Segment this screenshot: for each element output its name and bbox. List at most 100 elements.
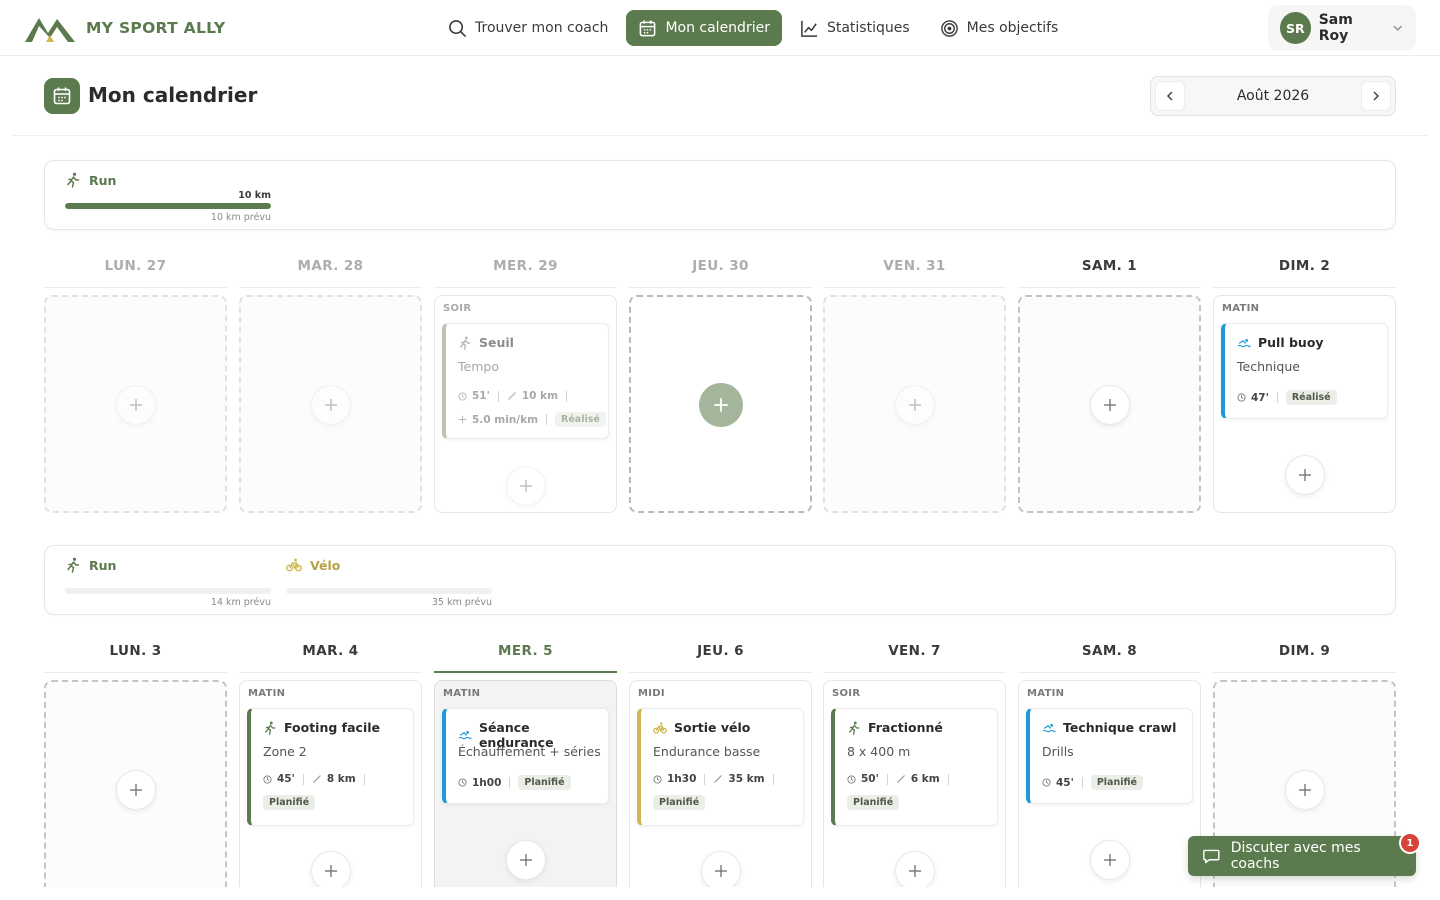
notification-badge: 1: [1399, 832, 1421, 854]
nav-calendar[interactable]: Mon calendrier: [626, 10, 782, 46]
ruler-icon: [896, 775, 905, 783]
nav-find-coach[interactable]: Trouver mon coach: [436, 10, 620, 46]
page-title: Mon calendrier: [88, 83, 258, 107]
session-metrics: 5.0 min/km Réalisé: [458, 412, 606, 427]
divider: [302, 773, 304, 785]
clock-icon: [458, 391, 467, 401]
plus-icon: [713, 398, 728, 412]
chat-with-coaches-button[interactable]: Discuter avec mes coachs: [1188, 836, 1416, 876]
session-card[interactable]: Seuil Tempo 51' 10 km 5.0 min/km Réalisé: [442, 323, 609, 439]
day-cell: SOIR Fractionné 8 x 400 m 50' 6 km Plani…: [823, 680, 1006, 900]
add-session-button[interactable]: [310, 851, 351, 891]
plus-icon: [129, 399, 142, 411]
session-title-text: Fractionné: [868, 720, 943, 735]
add-session-button[interactable]: [894, 851, 935, 891]
session-title: Sortie vélo: [653, 720, 750, 735]
nav-goals[interactable]: Mes objectifs: [928, 10, 1071, 46]
session-metrics: 45' Planifié: [1042, 775, 1143, 790]
summary-sport-name: Run: [89, 172, 117, 188]
session-card[interactable]: Footing facile Zone 2 45' 8 km Planifié: [247, 708, 414, 826]
nav-statistics[interactable]: Statistiques: [788, 10, 922, 46]
chevron-right-icon: [1373, 91, 1380, 101]
add-session-button[interactable]: [698, 383, 743, 427]
add-session-button[interactable]: [894, 385, 935, 425]
session-distance: 35 km: [728, 773, 765, 785]
session-metrics: 50' 6 km: [847, 773, 952, 785]
add-session-button[interactable]: [1284, 770, 1325, 810]
nav-label: Mon calendrier: [665, 20, 770, 36]
session-duration: 1h00: [472, 776, 502, 789]
avatar: SR: [1280, 12, 1311, 44]
day-cell-empty[interactable]: [629, 295, 812, 513]
calendar-icon: [640, 19, 656, 36]
add-session-button[interactable]: [1089, 840, 1130, 880]
day-cell: SOIR Seuil Tempo 51' 10 km 5.0 min/km Ré…: [434, 295, 617, 513]
day-cell-empty[interactable]: [44, 680, 227, 900]
session-card[interactable]: Sortie vélo Endurance basse 1h30 35 km P…: [637, 708, 804, 826]
month-navigator: Août 2026: [1150, 76, 1396, 116]
session-title: Footing facile: [263, 720, 380, 735]
page-header: Mon calendrier Août 2026: [12, 56, 1428, 136]
plus-icon: [324, 399, 337, 411]
day-cell: MATIN Footing facile Zone 2 45' 8 km Pla…: [239, 680, 422, 900]
divider: [704, 773, 706, 785]
session-card[interactable]: Séance endurance Échauffement + séries 1…: [442, 708, 609, 804]
summary-sport: Run: [65, 557, 116, 573]
session-card[interactable]: Technique crawl Drills 45' Planifié: [1026, 708, 1193, 804]
add-session-button[interactable]: [700, 851, 741, 891]
divider: [566, 390, 568, 402]
session-distance: 10 km: [521, 390, 559, 402]
next-month-button[interactable]: [1361, 81, 1391, 111]
status-badge: Réalisé: [555, 412, 606, 427]
day-cell-empty[interactable]: [44, 295, 227, 513]
app-logo[interactable]: MY SPORT ALLY: [24, 13, 225, 43]
summary-planned: 35 km prévu: [431, 597, 492, 608]
day-cell: MIDI Sortie vélo Endurance basse 1h30 35…: [629, 680, 812, 900]
session-subtitle: Drills: [1042, 744, 1074, 759]
day-cell-empty[interactable]: [239, 295, 422, 513]
day-cell-empty[interactable]: [823, 295, 1006, 513]
time-slot-label: SOIR: [443, 303, 472, 314]
time-slot-label: MATIN: [443, 688, 481, 699]
session-metrics: 1h00 Planifié: [458, 775, 571, 790]
ruler-icon: [714, 775, 723, 783]
day-header: MER. 29: [434, 256, 617, 288]
day-header: JEU. 30: [629, 256, 812, 288]
add-session-button[interactable]: [115, 385, 156, 425]
running-icon: [848, 721, 860, 735]
summary-done: 10 km: [238, 190, 271, 201]
session-card[interactable]: Fractionné 8 x 400 m 50' 6 km Planifié: [831, 708, 998, 826]
divider: [509, 777, 511, 788]
day-header: VEN. 31: [823, 256, 1006, 288]
plus-icon: [1298, 469, 1311, 481]
day-cell-today: MATIN Séance endurance Échauffement + sé…: [434, 680, 617, 900]
status-badge: Planifié: [847, 795, 900, 810]
week-summary: Run 14 km prévu Vélo 35 km prévu: [44, 545, 1396, 615]
session-distance: 8 km: [326, 773, 356, 785]
add-session-button[interactable]: [310, 385, 351, 425]
summary-sport-name: Vélo: [310, 557, 341, 573]
clock-icon: [847, 774, 856, 784]
add-session-button[interactable]: [1089, 385, 1130, 425]
session-card[interactable]: Pull buoy Technique 47' Réalisé: [1221, 323, 1388, 419]
user-menu[interactable]: SR Sam Roy: [1268, 5, 1416, 51]
search-icon: [449, 19, 466, 37]
viewport-bottom: [0, 887, 1440, 900]
divider: [497, 390, 499, 402]
day-cell-empty[interactable]: [1018, 295, 1201, 513]
add-session-button[interactable]: [505, 466, 546, 506]
divider: [1081, 777, 1083, 788]
session-status-row: Planifié: [653, 795, 706, 810]
chevron-down-icon: [1393, 25, 1403, 31]
plus-icon: [908, 865, 921, 877]
add-session-button[interactable]: [1284, 455, 1325, 495]
week-summary: Run 10 km 10 km prévu: [44, 160, 1396, 230]
add-session-button[interactable]: [505, 840, 546, 880]
summary-progress-track: [65, 588, 271, 594]
session-title-text: Seuil: [479, 335, 514, 350]
status-badge: Planifié: [1090, 775, 1143, 790]
summary-planned: 14 km prévu: [210, 597, 271, 608]
summary-progress-track: [65, 203, 271, 209]
prev-month-button[interactable]: [1155, 81, 1185, 111]
add-session-button[interactable]: [115, 770, 156, 810]
